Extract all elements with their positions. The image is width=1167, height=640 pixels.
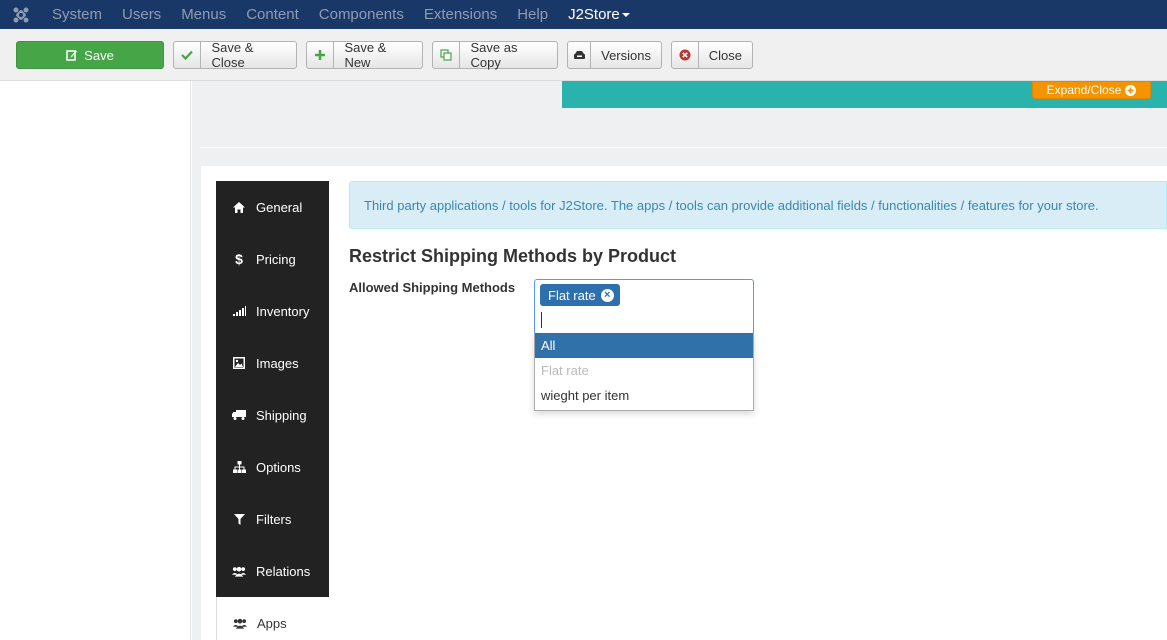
tab-options[interactable]: Options xyxy=(216,441,329,493)
shipping-methods-select: Flat rate × All Flat rate wieght per ite… xyxy=(534,279,754,411)
truck-icon xyxy=(232,410,246,420)
plus-icon xyxy=(307,42,335,68)
field-label: Allowed Shipping Methods xyxy=(349,280,516,295)
product-tabs: General $ Pricing Inventory Images Shipp… xyxy=(216,181,329,640)
signal-icon xyxy=(232,306,246,316)
nav-menus[interactable]: Menus xyxy=(171,0,236,29)
tab-label: General xyxy=(256,199,303,215)
caret-down-icon xyxy=(621,13,630,18)
nav-content[interactable]: Content xyxy=(236,0,309,29)
copy-icon xyxy=(433,42,461,68)
nav-users[interactable]: Users xyxy=(112,0,171,29)
save-close-label: Save & Close xyxy=(211,40,254,70)
sitemap-icon xyxy=(232,461,246,473)
filter-icon xyxy=(232,513,246,525)
tab-images[interactable]: Images xyxy=(216,337,329,389)
top-navbar: System Users Menus Content Components Ex… xyxy=(0,0,1167,29)
users-icon xyxy=(232,566,246,577)
archive-icon xyxy=(568,42,592,68)
tab-label: Shipping xyxy=(256,407,307,423)
close-label: Close xyxy=(708,47,742,63)
save-copy-label: Save as Copy xyxy=(470,40,518,70)
check-icon xyxy=(174,42,202,68)
save-button[interactable]: Save xyxy=(16,41,164,69)
versions-button[interactable]: Versions xyxy=(567,41,662,69)
users-icon xyxy=(233,618,247,629)
left-pane xyxy=(0,81,191,640)
tab-label: Images xyxy=(256,355,299,371)
nav-help[interactable]: Help xyxy=(507,0,558,29)
nav-components[interactable]: Components xyxy=(309,0,414,29)
expand-close-label: Expand/Close xyxy=(1046,83,1122,97)
selected-chip: Flat rate × xyxy=(540,284,620,306)
save-copy-button[interactable]: Save as Copy xyxy=(432,40,558,70)
section-title: Restrict Shipping Methods by Product xyxy=(349,246,677,266)
close-button[interactable]: Close xyxy=(671,41,753,69)
tab-label: Pricing xyxy=(256,251,296,267)
tab-inventory[interactable]: Inventory xyxy=(216,285,329,337)
dollar-icon: $ xyxy=(235,251,243,267)
option-all[interactable]: All xyxy=(535,333,753,358)
tab-pricing[interactable]: $ Pricing xyxy=(216,233,329,285)
joomla-logo-icon[interactable] xyxy=(0,0,42,29)
image-icon xyxy=(232,357,246,369)
tab-label: Apps xyxy=(257,615,287,631)
save-close-button[interactable]: Save & Close xyxy=(173,40,297,70)
plus-circle-icon xyxy=(1125,84,1137,96)
option-flat-rate: Flat rate xyxy=(541,363,589,378)
tab-apps[interactable]: Apps xyxy=(216,597,329,640)
tab-label: Inventory xyxy=(256,303,310,319)
expand-close-button[interactable]: Expand/Close xyxy=(1032,81,1151,99)
tab-shipping[interactable]: Shipping xyxy=(216,389,329,441)
divider xyxy=(200,147,1167,148)
close-circle-icon xyxy=(672,42,699,68)
save-new-label: Save & New xyxy=(344,40,387,70)
save-label: Save xyxy=(84,47,114,63)
tab-general[interactable]: General xyxy=(216,181,329,233)
nav-extensions[interactable]: Extensions xyxy=(414,0,507,29)
tab-label: Filters xyxy=(256,511,292,527)
info-alert: Third party applications / tools for J2S… xyxy=(349,181,1167,229)
tab-label: Relations xyxy=(256,563,311,579)
tab-label: Options xyxy=(256,459,301,475)
nav-system[interactable]: System xyxy=(42,0,112,29)
edit-icon xyxy=(66,50,78,61)
chip-label: Flat rate xyxy=(548,287,596,303)
tab-relations[interactable]: Relations xyxy=(216,545,329,597)
versions-label: Versions xyxy=(601,47,651,63)
option-weight-per-item[interactable]: wieght per item xyxy=(535,383,753,408)
select-input-box[interactable]: Flat rate × xyxy=(534,279,754,334)
nav-j2store[interactable]: J2Store xyxy=(558,0,640,29)
home-icon xyxy=(232,201,246,213)
remove-chip-icon[interactable]: × xyxy=(600,288,614,302)
toolbar: Save Save & Close Save & New Save as Cop… xyxy=(0,29,1167,81)
save-new-button[interactable]: Save & New xyxy=(306,40,423,70)
options-dropdown: All Flat rate wieght per item xyxy=(534,333,754,411)
nav-j2store-label: J2Store xyxy=(568,6,620,23)
tab-filters[interactable]: Filters xyxy=(216,493,329,545)
text-cursor xyxy=(541,312,542,328)
